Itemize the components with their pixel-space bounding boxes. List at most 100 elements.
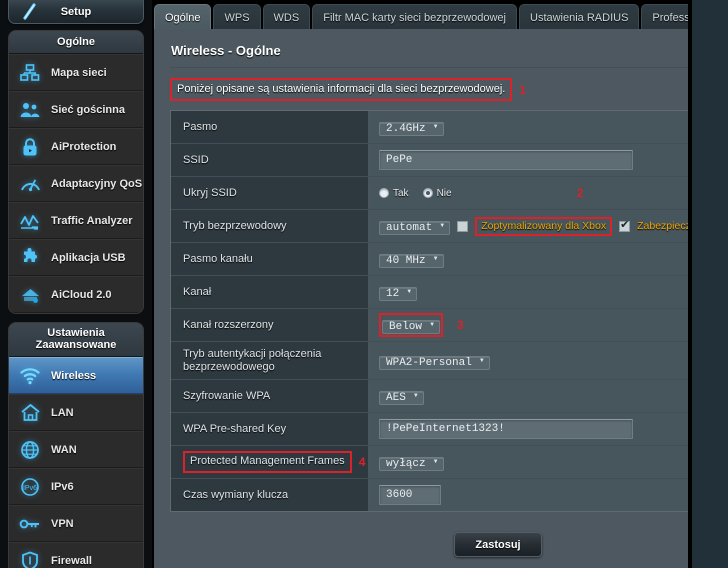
row-channel: Kanał 12 [171,276,728,309]
guest-network-icon [17,98,43,122]
sidebar-item-ipv6[interactable]: IPv6 IPv6 [9,468,143,505]
row-wpa-encryption-label-cell: Szyfrowanie WPA [171,380,369,412]
row-wireless-mode-label-cell: Tryb bezprzewodowy [171,210,369,242]
sidebar-item-adaptacyjny-qos[interactable]: Adaptacyjny QoS [9,165,143,202]
band-select-wrap: 2.4GHz [379,118,444,136]
sidebar-item-vpn[interactable]: VPN [9,505,143,542]
wireless-mode-select[interactable]: automat [379,221,451,235]
sidebar-group-advanced-heading-line2: Zaawansowane [35,339,117,351]
channel-select-wrap: 12 [379,283,418,301]
radio-dot-tak[interactable] [379,188,389,198]
sidebar: Setup Ogólne Mapa sieci Sieć gościnna Ai… [0,0,152,568]
sidebar-item-label: Aplikacja USB [51,251,126,264]
row-auth-method: Tryb autentykacji połączenia bezprzewodo… [171,342,728,380]
tab-wps[interactable]: WPS [213,4,261,30]
house-icon [17,401,43,425]
xbox-optimized-checkbox[interactable] [457,220,469,232]
sidebar-group-advanced-heading: Ustawienia Zaawansowane [9,323,143,357]
row-band-value-cell: 2.4GHz [369,111,728,143]
setup-button[interactable]: Setup [8,0,144,24]
sidebar-item-wan[interactable]: WAN [9,431,143,468]
sidebar-item-label: Firewall [51,554,92,567]
row-hide-ssid: Ukryj SSID Tak Nie 2 [171,177,728,210]
wireless-mode-select-wrap: automat [379,217,451,235]
tabbar: Ogólne WPS WDS Filtr MAC karty sieci bez… [152,0,728,30]
row-extension-channel-label: Kanał rozszerzony [183,318,274,331]
annotation-marker-3: 3 [457,318,464,332]
extension-channel-select[interactable]: Below [382,320,441,334]
row-pmf: Protected Management Frames 4 wyłącz [171,446,728,479]
row-wpa-encryption: Szyfrowanie WPA AES [171,380,728,413]
row-extension-channel-value-cell: Below 3 [369,309,728,341]
row-pmf-label-cell: Protected Management Frames 4 [171,446,369,478]
bg-protection-checkbox[interactable] [619,219,631,232]
sidebar-item-label: Wireless [51,369,97,382]
channel-select[interactable]: 12 [379,287,418,301]
row-wpa-psk-label: WPA Pre-shared Key [183,422,287,435]
row-wireless-mode-value-cell: automat Zoptymalizowany dla Xbox Zabezpi… [369,210,728,242]
extension-channel-select-wrap: Below [382,316,441,334]
sidebar-item-label: VPN [51,517,74,530]
row-pmf-label: Protected Management Frames [183,451,352,473]
sidebar-item-aiprotection[interactable]: AiProtection [9,128,143,165]
radio-dot-nie[interactable] [422,188,433,198]
rekey-interval-input[interactable] [379,485,441,505]
row-wireless-mode-label: Tryb bezprzewodowy [183,219,287,232]
apply-button[interactable]: Zastosuj [454,532,542,557]
wireless-settings-form: Pasmo 2.4GHz SSID [170,110,728,512]
tab-ogolne[interactable]: Ogólne [154,4,212,30]
sidebar-item-wireless[interactable]: Wireless [9,357,143,394]
row-ssid: SSID [171,144,728,177]
row-wpa-psk-value-cell [369,413,728,445]
row-ssid-label: SSID [183,153,209,166]
gauge-icon [17,172,43,196]
sidebar-item-aicloud[interactable]: AiCloud 2.0 [9,276,143,313]
setup-button-label: Setup [60,5,92,18]
tab-wds[interactable]: WDS [262,4,311,30]
sidebar-item-aplikacja-usb[interactable]: Aplikacja USB [9,239,143,276]
row-auth-method-label: Tryb autentykacji połączenia bezprzewodo… [183,347,322,373]
extension-channel-highlight: Below [379,313,444,337]
row-hide-ssid-label: Ukryj SSID [183,186,237,199]
tab-filtr-mac[interactable]: Filtr MAC karty sieci bezprzewodowej [312,4,517,30]
wpa-encryption-select[interactable]: AES [379,391,424,405]
ssid-input[interactable] [379,150,633,170]
sidebar-item-mapa-sieci[interactable]: Mapa sieci [9,54,143,91]
sidebar-item-label: Traffic Analyzer [51,214,133,227]
row-band-label-cell: Pasmo [171,111,369,143]
annotation-marker-2: 2 [576,186,584,200]
sidebar-item-label: WAN [51,443,77,456]
auth-method-select[interactable]: WPA2-Personal [379,355,490,370]
sidebar-item-label: AiProtection [51,140,117,153]
row-wireless-mode: Tryb bezprzewodowy automat Zoptymalizowa… [171,210,728,243]
sidebar-item-firewall[interactable]: Firewall [9,542,143,568]
hide-ssid-radio-group: Tak Nie [379,188,452,199]
sidebar-group-general-heading: Ogólne [9,31,143,54]
row-channel-bandwidth-label-cell: Pasmo kanału [171,243,369,275]
row-auth-method-value-cell: WPA2-Personal [369,342,728,379]
row-wpa-psk-label-cell: WPA Pre-shared Key [171,413,369,445]
hide-ssid-option-tak[interactable]: Tak [379,188,409,199]
sidebar-item-lan[interactable]: LAN [9,394,143,431]
annotation-marker-4: 4 [358,455,366,469]
band-select[interactable]: 2.4GHz [379,122,444,136]
hide-ssid-option-nie[interactable]: Nie [422,187,452,199]
radio-label-tak: Tak [393,187,409,199]
sidebar-item-siec-goscinna[interactable]: Sieć gościnna [9,91,143,128]
row-channel-bandwidth: Pasmo kanału 40 MHz [171,243,728,276]
sidebar-item-traffic-analyzer[interactable]: Traffic Analyzer [9,202,143,239]
shield-icon [17,549,43,568]
row-wpa-psk: WPA Pre-shared Key [171,413,728,446]
sidebar-item-label: Sieć gościnna [51,103,125,116]
radio-label-nie: Nie [436,187,452,199]
row-channel-label: Kanał [183,285,212,298]
tab-ustawienia-radius[interactable]: Ustawienia RADIUS [519,4,640,30]
wpa-psk-input[interactable] [379,419,633,439]
row-channel-bandwidth-label: Pasmo kanału [183,252,253,265]
svg-text:IPv6: IPv6 [23,485,37,492]
row-channel-label-cell: Kanał [171,276,369,308]
ipv6-icon: IPv6 [17,475,43,499]
row-band: Pasmo 2.4GHz [171,111,728,144]
pmf-select[interactable]: wyłącz [379,457,444,471]
channel-bandwidth-select[interactable]: 40 MHz [379,254,444,268]
